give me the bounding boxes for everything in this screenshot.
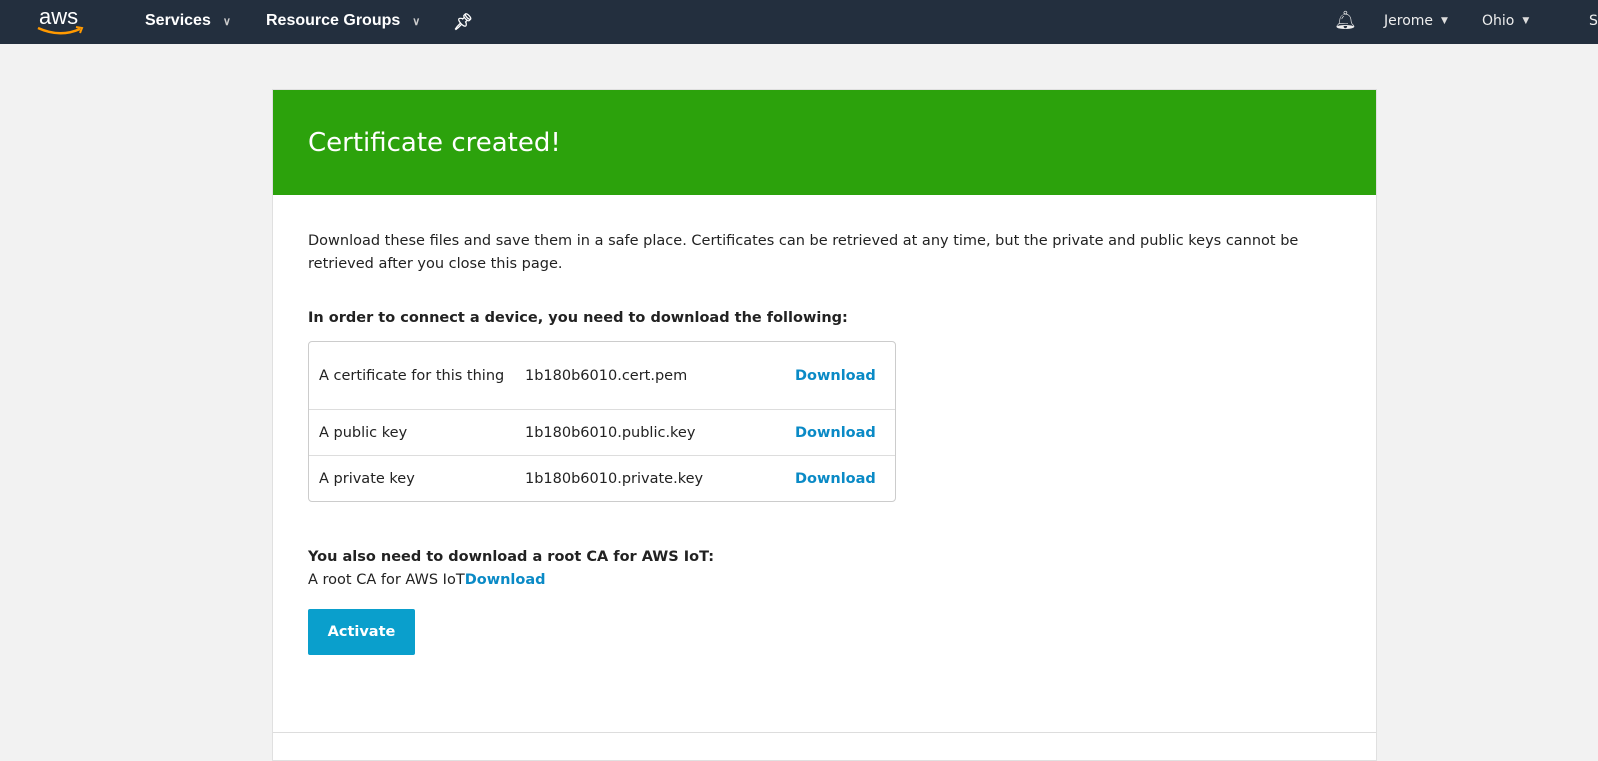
banner-title: Certificate created! — [308, 128, 561, 158]
table-row: A certificate for this thing 1b180b6010.c… — [309, 342, 895, 410]
root-ca-row: A root CA for AWS IoTDownload — [308, 572, 546, 588]
services-menu[interactable]: Services ∨ — [145, 12, 231, 30]
pin-icon[interactable]: 📌︎ — [453, 12, 473, 32]
user-menu[interactable]: Jerome ▼ — [1384, 13, 1448, 29]
caret-down-icon: ▼ — [1522, 16, 1530, 26]
bell-icon[interactable]: 🔔︎ — [1334, 10, 1357, 31]
description-text: Download these files and save them in a … — [308, 233, 1299, 272]
root-ca-heading: You also need to download a root CA for … — [308, 549, 715, 565]
table-row: A public key 1b180b6010.public.key Downloa… — [309, 410, 895, 456]
certificate-created-panel: Certificate created! Download these file… — [272, 89, 1377, 761]
top-navigation-bar: aws Services ∨ Resource Groups ∨ 📌︎ 🔔︎ Jer… — [0, 0, 1598, 44]
aws-logo[interactable]: aws — [36, 4, 88, 38]
files-table: A certificate for this thing 1b180b6010.c… — [308, 341, 896, 502]
download-root-ca-link[interactable]: Download — [465, 572, 546, 588]
region-menu[interactable]: Ohio ▼ — [1482, 13, 1529, 29]
files-heading: In order to connect a device, you need t… — [308, 310, 848, 326]
table-row: A private key 1b180b6010.private.key Downl… — [319, 470, 876, 487]
success-banner: Certificate created! — [273, 90, 1376, 195]
chevron-down-icon: ∨ — [412, 15, 421, 28]
activate-button[interactable]: Activate — [308, 609, 415, 655]
divider — [273, 732, 1376, 733]
aws-smile-icon — [37, 26, 84, 35]
download-public-key-link[interactable]: Download — [795, 425, 876, 441]
resource-groups-menu[interactable]: Resource Groups ∨ — [266, 12, 420, 30]
download-certificate-link[interactable]: Download — [795, 368, 876, 384]
download-private-key-link[interactable]: Download — [795, 471, 876, 487]
chevron-down-icon: ∨ — [222, 15, 231, 28]
support-menu[interactable]: S — [1589, 13, 1598, 29]
caret-down-icon: ▼ — [1441, 16, 1448, 26]
